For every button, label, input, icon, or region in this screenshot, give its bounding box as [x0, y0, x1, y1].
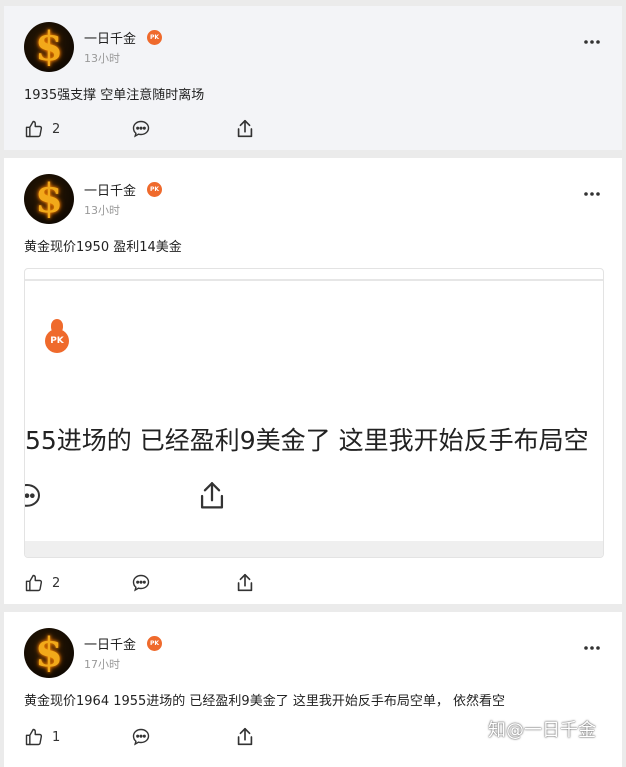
post-text: 黄金现价1964 1955进场的 已经盈利9美金了 这里我开始反手布局空单， 依…: [24, 694, 505, 709]
pk-badge-icon: PK: [147, 30, 162, 45]
embed-edge-char: :: [25, 331, 26, 350]
post-card: $ 一日千金 PK 17小时 黄金现价1964 1955进场的 已经盈利9美金了…: [4, 612, 622, 767]
comment-button[interactable]: [130, 572, 152, 594]
share-icon: [200, 482, 224, 509]
pk-badge-icon: PK: [147, 182, 162, 197]
share-button[interactable]: [234, 572, 256, 594]
dollar-logo: $: [35, 23, 63, 70]
author-name[interactable]: 一日千金: [84, 28, 136, 47]
share-icon: [237, 573, 253, 592]
post-time: 13小时: [84, 52, 120, 65]
thumbs-up-icon: [25, 574, 43, 592]
comment-button[interactable]: [130, 726, 152, 748]
avatar[interactable]: $: [24, 174, 74, 224]
comment-icon: [132, 728, 150, 746]
share-icon: [237, 727, 253, 746]
like-count: 2: [52, 575, 61, 591]
embedded-screenshot[interactable]: : PK 55进场的 已经盈利9美金了 这里我开始反手布局空: [24, 268, 604, 558]
more-icon[interactable]: [582, 638, 602, 658]
like-count: 1: [52, 729, 61, 745]
post-text: 1935强支撑 空单注意随时离场: [24, 88, 205, 103]
comment-icon: [132, 574, 150, 592]
more-icon[interactable]: [582, 32, 602, 52]
comment-icon: [132, 120, 150, 138]
like-count: 2: [52, 121, 61, 137]
embed-divider: [25, 279, 603, 281]
avatar[interactable]: $: [24, 628, 74, 678]
share-button[interactable]: [234, 726, 256, 748]
more-icon[interactable]: [582, 184, 602, 204]
share-button[interactable]: [234, 118, 256, 140]
dollar-logo: $: [35, 629, 63, 676]
post-text: 黄金现价1950 盈利14美金: [24, 240, 182, 255]
post-card: $ 一日千金 PK 13小时 1935强支撑 空单注意随时离场 2: [4, 6, 622, 150]
author-name[interactable]: 一日千金: [84, 180, 136, 199]
share-icon: [237, 119, 253, 138]
embed-footer: [25, 541, 603, 557]
like-button[interactable]: 2: [24, 572, 60, 594]
post-time: 17小时: [84, 658, 120, 671]
like-button[interactable]: 1: [24, 726, 60, 748]
thumbs-up-icon: [25, 120, 43, 138]
avatar[interactable]: $: [24, 22, 74, 72]
pk-badge-icon: PK: [45, 329, 69, 353]
author-name[interactable]: 一日千金: [84, 634, 136, 653]
zhihu-watermark: 知@一日千金: [488, 720, 596, 741]
comment-icon: [25, 483, 41, 507]
post-time: 13小时: [84, 204, 120, 217]
thumbs-up-icon: [25, 728, 43, 746]
comment-button[interactable]: [130, 118, 152, 140]
like-button[interactable]: 2: [24, 118, 60, 140]
dollar-logo: $: [35, 175, 63, 222]
embed-text: 55进场的 已经盈利9美金了 这里我开始反手布局空: [25, 426, 589, 455]
post-card: $ 一日千金 PK 13小时 黄金现价1950 盈利14美金 : PK 55进场…: [4, 158, 622, 604]
pk-badge-icon: PK: [147, 636, 162, 651]
